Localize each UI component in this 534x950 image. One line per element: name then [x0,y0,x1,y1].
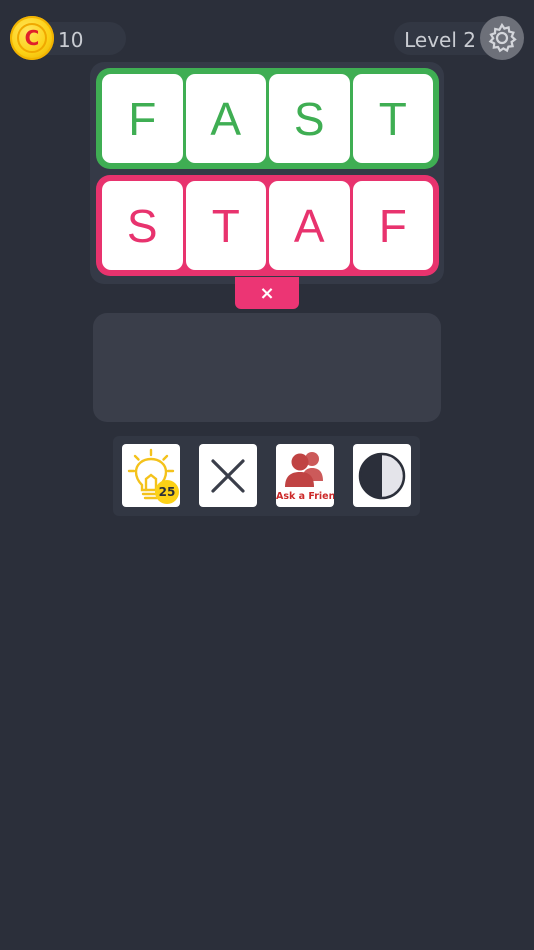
hint-cost-badge: 25 [155,480,179,504]
target-letter-tile: A [185,74,266,163]
guess-letter-tile[interactable]: T [185,181,266,270]
clear-button[interactable]: × [235,277,299,309]
letter-input-area[interactable] [93,313,441,422]
target-letter-tile: F [102,74,183,163]
x-icon [211,458,245,493]
level-label: Level 2 [404,28,476,52]
coin-symbol: C [17,23,47,53]
coin-count: 10 [58,28,84,52]
close-icon: × [259,282,275,304]
theme-toggle-button[interactable] [353,444,411,507]
remove-letter-button[interactable] [199,444,257,507]
half-moon-icon [358,452,406,499]
people-icon [285,452,323,487]
gear-icon [488,22,517,53]
coin-icon: C [10,16,54,60]
guess-letter-tile[interactable]: F [352,181,433,270]
target-word-row: F A S T [96,68,439,169]
hint-button[interactable]: 25 [122,444,180,507]
ask-friend-label: Ask a Friend [276,491,334,502]
guess-letter-tile[interactable]: A [269,181,350,270]
target-letter-tile: S [269,74,350,163]
guess-letter-tile[interactable]: S [102,181,183,270]
target-letter-tile: T [352,74,433,163]
ask-friend-button[interactable]: Ask a Friend [276,444,334,507]
settings-button[interactable] [480,16,524,60]
guess-word-row: S T A F [96,175,439,276]
